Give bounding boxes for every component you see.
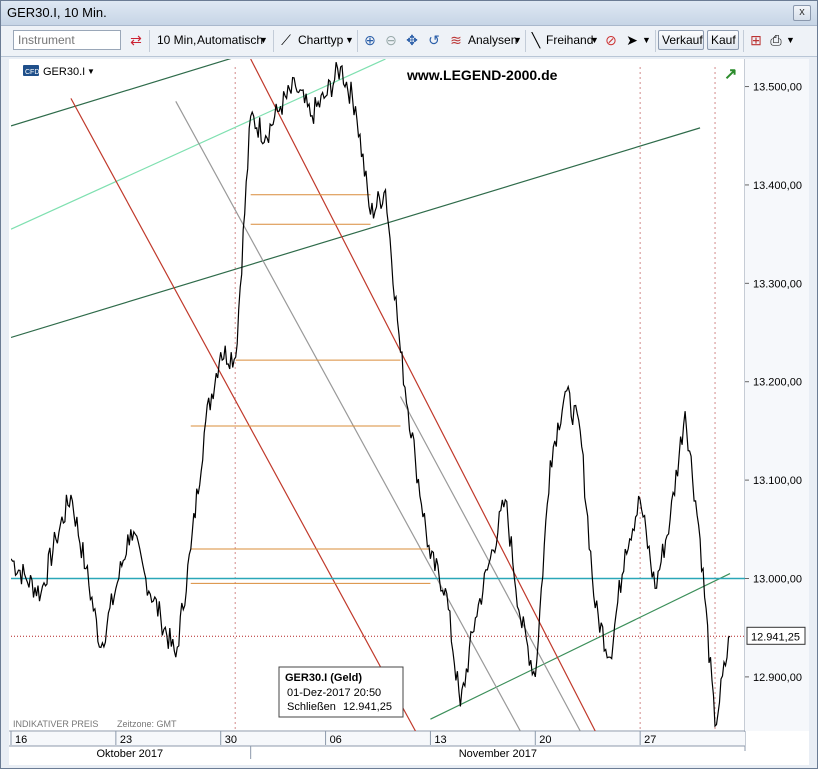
y-tick-label: 13.000,00 [753, 573, 802, 585]
trend-arrow-icon: ↗ [724, 66, 737, 83]
price-chart[interactable]: 12.900,00 13.000,00 13.100,00 13.200,00 13.3… [9, 59, 809, 765]
refresh-icon[interactable]: ↺ [425, 30, 443, 50]
chart-settings-icon[interactable]: ⊞ [747, 30, 765, 50]
toolbar-separator [273, 30, 274, 52]
toolbar: ⇄ 10 Min, Automatisch ▼ ⟋ Charttyp ▼ ⊕ ⊖… [1, 26, 817, 57]
chevron-down-icon[interactable]: ▼ [786, 30, 795, 50]
chart-watermark: www.LEGEND-2000.de [406, 67, 558, 83]
title-bar: GER30.I, 10 Min. x [1, 1, 817, 26]
toolbar-separator [655, 30, 656, 52]
toolbar-separator [149, 30, 150, 52]
period-selector[interactable]: 10 Min, [157, 30, 196, 50]
y-tick-label: 13.500,00 [753, 82, 802, 94]
y-tick-label: 13.400,00 [753, 180, 802, 192]
move-icon[interactable]: ✥ [403, 30, 421, 50]
buy-button[interactable]: Kauf [707, 30, 739, 50]
month-label: November 2017 [459, 748, 537, 760]
chevron-down-icon[interactable]: ▼ [590, 30, 599, 50]
tooltip-close-value: 12.941,25 [343, 701, 392, 713]
toolbar-separator [357, 30, 358, 52]
cursor-icon[interactable]: ➤ [623, 30, 641, 50]
x-tick-label: 23 [120, 734, 132, 746]
price-tooltip: GER30.I (Geld) 01-Dez-2017 20:50 Schließen… [278, 666, 404, 718]
analysen-menu[interactable]: Analysen [468, 30, 517, 50]
chevron-down-icon[interactable]: ▼ [513, 30, 522, 50]
y-tick-label: 13.300,00 [753, 278, 802, 290]
close-button[interactable]: x [793, 5, 811, 21]
last-price-label: 12.941,25 [751, 631, 800, 643]
y-tick-label: 13.100,00 [753, 475, 802, 487]
x-tick-label: 20 [539, 734, 551, 746]
x-tick-label: 30 [225, 734, 237, 746]
x-tick-label: 13 [434, 734, 446, 746]
indicative-price-note: INDIKATIVER PREIS [13, 719, 98, 729]
window-title: GER30.I, 10 Min. [7, 5, 107, 20]
timezone-note: Zeitzone: GMT [117, 719, 177, 729]
instrument-input[interactable] [13, 30, 121, 50]
eraser-icon[interactable]: ⊘ [602, 30, 620, 50]
sell-button[interactable]: Verkauf [658, 30, 704, 50]
instrument-picker-icon[interactable]: ⇄ [127, 30, 145, 50]
chart-symbol-label: GER30.I [43, 66, 85, 78]
cfd-badge-label: CFD [25, 69, 39, 76]
tooltip-close-label: Schließen [287, 701, 336, 713]
y-tick-label: 12.900,00 [753, 672, 802, 684]
chart-line-icon[interactable]: ⟋ [277, 30, 295, 50]
print-icon[interactable]: ⎙ [767, 30, 785, 50]
tooltip-datetime: 01-Dez-2017 20:50 [287, 687, 381, 699]
chevron-down-icon[interactable]: ▼ [259, 30, 268, 50]
chart-window: GER30.I, 10 Min. x ⇄ 10 Min, Automatisch… [0, 0, 818, 769]
zoom-in-icon[interactable]: ⊕ [361, 30, 379, 50]
month-label: Oktober 2017 [97, 748, 164, 760]
freihand-menu[interactable]: Freihand [546, 30, 593, 50]
x-tick-label: 16 [15, 734, 27, 746]
toolbar-separator [525, 30, 526, 52]
zoom-out-icon[interactable]: ⊖ [382, 30, 400, 50]
x-tick-label: 06 [330, 734, 342, 746]
pen-icon[interactable]: ╲ [527, 30, 545, 50]
indicator-icon[interactable]: ≋ [447, 30, 465, 50]
chevron-down-icon[interactable]: ▼ [642, 30, 651, 50]
mode-selector[interactable]: Automatisch [197, 30, 263, 50]
chevron-down-icon[interactable]: ▼ [345, 30, 354, 50]
x-tick-label: 27 [644, 734, 656, 746]
y-tick-label: 13.200,00 [753, 377, 802, 389]
tooltip-title: GER30.I (Geld) [285, 672, 362, 684]
chevron-down-icon: ▼ [87, 67, 95, 76]
charttype-menu[interactable]: Charttyp [298, 30, 343, 50]
toolbar-separator [743, 30, 744, 52]
